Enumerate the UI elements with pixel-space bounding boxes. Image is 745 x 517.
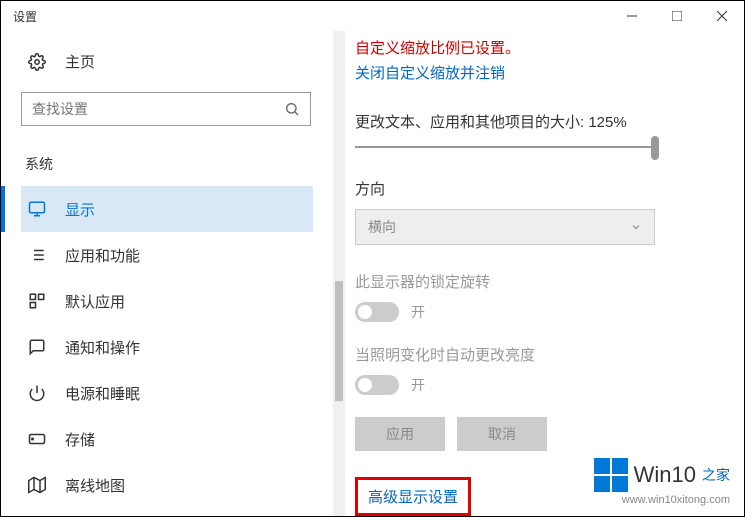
lock-rotation-label: 此显示器的锁定旋转 — [355, 271, 714, 292]
slider-thumb[interactable] — [651, 136, 659, 160]
home-label: 主页 — [65, 51, 95, 72]
sidebar-item-label: 应用和功能 — [65, 245, 140, 266]
gear-icon — [27, 52, 47, 72]
sidebar-item-label: 存储 — [65, 429, 95, 450]
apply-button[interactable]: 应用 — [355, 417, 445, 451]
monitor-icon — [27, 199, 47, 219]
advanced-display-link[interactable]: 高级显示设置 — [355, 477, 471, 516]
window-title: 设置 — [13, 8, 37, 25]
close-button[interactable] — [699, 1, 744, 31]
minimize-button[interactable] — [609, 1, 654, 31]
sidebar-item-power[interactable]: 电源和睡眠 — [21, 370, 313, 416]
cancel-button[interactable]: 取消 — [457, 417, 547, 451]
watermark-brand: Win10 — [634, 462, 696, 488]
power-icon — [27, 383, 47, 403]
grid-icon — [27, 291, 47, 311]
search-field[interactable] — [32, 101, 284, 117]
scrollbar-thumb[interactable] — [335, 281, 343, 401]
watermark-suffix: 之家 — [702, 465, 730, 485]
toggle-state: 开 — [411, 375, 425, 395]
lock-rotation-toggle[interactable] — [355, 302, 399, 322]
sidebar-item-label: 通知和操作 — [65, 337, 140, 358]
sidebar-item-label: 显示 — [65, 199, 95, 220]
sidebar-item-label: 离线地图 — [65, 475, 125, 496]
windows-logo-icon — [594, 458, 628, 492]
message-icon — [27, 337, 47, 357]
toggle-state: 开 — [411, 302, 425, 322]
sidebar-item-maps[interactable]: 离线地图 — [21, 462, 313, 508]
home-nav[interactable]: 主页 — [21, 51, 333, 72]
advanced-link-text: 高级显示设置 — [368, 489, 458, 506]
list-icon — [27, 245, 47, 265]
maximize-button[interactable] — [654, 1, 699, 31]
sidebar-item-display[interactable]: 显示 — [21, 186, 313, 232]
sidebar-item-label: 默认应用 — [65, 291, 125, 312]
watermark-url: www.win10xitong.com — [594, 494, 730, 506]
sidebar-item-notifications[interactable]: 通知和操作 — [21, 324, 313, 370]
custom-scale-warning: 自定义缩放比例已设置。 — [355, 37, 714, 58]
sidebar-item-default-apps[interactable]: 默认应用 — [21, 278, 313, 324]
brightness-toggle[interactable] — [355, 375, 399, 395]
sidebar-item-storage[interactable]: 存储 — [21, 416, 313, 462]
map-icon — [27, 475, 47, 495]
brightness-label: 当照明变化时自动更改亮度 — [355, 344, 714, 365]
orientation-label: 方向 — [355, 178, 714, 199]
sidebar-item-label: 电源和睡眠 — [65, 383, 140, 404]
search-input[interactable] — [21, 92, 311, 126]
watermark: Win10 之家 www.win10xitong.com — [594, 458, 730, 506]
search-icon — [284, 101, 300, 117]
sidebar: 主页 系统 显示 应用和功能 默认应用 — [1, 31, 333, 516]
chevron-down-icon — [630, 221, 642, 233]
orientation-dropdown[interactable]: 横向 — [355, 209, 655, 245]
signout-link[interactable]: 关闭自定义缩放并注销 — [355, 62, 714, 83]
section-title: 系统 — [21, 154, 333, 174]
scale-label: 更改文本、应用和其他项目的大小: 125% — [355, 111, 714, 132]
storage-icon — [27, 429, 47, 449]
sidebar-item-apps[interactable]: 应用和功能 — [21, 232, 313, 278]
scrollbar[interactable] — [333, 31, 345, 516]
scale-slider[interactable] — [355, 146, 655, 148]
main-panel: 自定义缩放比例已设置。 关闭自定义缩放并注销 更改文本、应用和其他项目的大小: … — [333, 31, 744, 516]
dropdown-value: 横向 — [368, 217, 396, 237]
